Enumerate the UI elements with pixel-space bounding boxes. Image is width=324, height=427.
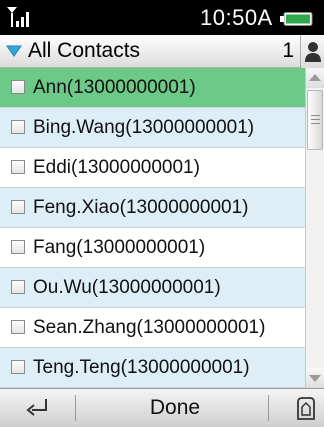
- list-item[interactable]: Ann(13000000001): [0, 68, 305, 108]
- checkbox[interactable]: [11, 160, 25, 174]
- checkbox[interactable]: [11, 280, 25, 294]
- scroll-up-button[interactable]: [306, 68, 324, 88]
- contact-label: Bing.Wang(13000000001): [33, 117, 255, 138]
- contact-label: Ann(13000000001): [33, 77, 196, 98]
- done-button[interactable]: Done: [100, 389, 250, 427]
- checkbox[interactable]: [11, 120, 25, 134]
- list-item[interactable]: Sean.Zhang(13000000001): [0, 308, 305, 348]
- checkbox[interactable]: [11, 200, 25, 214]
- list-item[interactable]: Feng.Xiao(13000000001): [0, 188, 305, 228]
- selected-count: 1: [282, 39, 294, 62]
- list-item[interactable]: Ou.Wu(13000000001): [0, 268, 305, 308]
- battery-icon: [280, 12, 313, 26]
- divider: [75, 395, 76, 421]
- bottom-toolbar: Done: [0, 388, 324, 427]
- arrow-up-icon: [309, 74, 321, 81]
- chevron-down-icon: [6, 45, 22, 57]
- grip-line: [311, 115, 320, 116]
- group-selector[interactable]: All Contacts 1: [0, 35, 300, 68]
- scroll-down-button[interactable]: [306, 368, 324, 388]
- back-button[interactable]: [0, 389, 70, 427]
- checkbox[interactable]: [11, 360, 25, 374]
- contact-label: Sean.Zhang(13000000001): [33, 317, 266, 338]
- divider: [268, 395, 269, 421]
- list-item[interactable]: Eddi(13000000001): [0, 148, 305, 188]
- back-icon: [26, 399, 47, 416]
- contact-label: Eddi(13000000001): [33, 157, 200, 178]
- checkbox[interactable]: [11, 240, 25, 254]
- checkbox[interactable]: [11, 320, 25, 334]
- scroll-thumb[interactable]: [307, 90, 323, 150]
- grip-line: [311, 119, 320, 120]
- list-item[interactable]: Teng.Teng(13000000001): [0, 348, 305, 388]
- home-button[interactable]: [290, 389, 324, 427]
- person-icon: [305, 42, 321, 62]
- status-bar: 10:50A: [0, 0, 324, 35]
- contact-label: Teng.Teng(13000000001): [33, 357, 250, 378]
- arrow-down-icon: [309, 375, 321, 382]
- clock: 10:50A: [200, 5, 273, 30]
- contact-label: Fang(13000000001): [33, 237, 206, 258]
- grip-line: [311, 123, 320, 124]
- checkbox[interactable]: [11, 80, 25, 94]
- contact-label: Ou.Wu(13000000001): [33, 277, 221, 298]
- contacts-button[interactable]: [300, 35, 324, 68]
- contact-list: Ann(13000000001) Bing.Wang(13000000001) …: [0, 68, 305, 388]
- group-title: All Contacts: [28, 39, 141, 62]
- list-item[interactable]: Fang(13000000001): [0, 228, 305, 268]
- signal-icon: [7, 7, 29, 27]
- list-item[interactable]: Bing.Wang(13000000001): [0, 108, 305, 148]
- contact-label: Feng.Xiao(13000000001): [33, 197, 249, 218]
- home-icon: [297, 397, 315, 420]
- scrollbar[interactable]: [305, 68, 324, 388]
